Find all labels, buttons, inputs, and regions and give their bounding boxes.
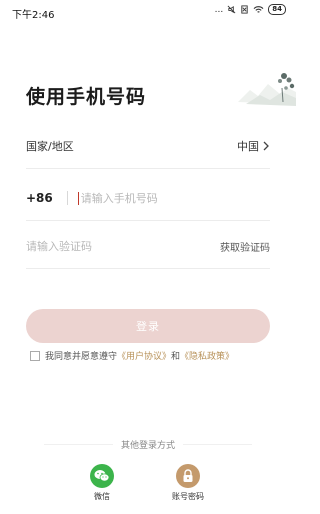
battery-indicator: 84 bbox=[268, 4, 286, 15]
wifi-icon bbox=[253, 6, 264, 13]
account-password-label: 账号密码 bbox=[172, 492, 204, 501]
mute-icon bbox=[227, 5, 236, 14]
other-login-title: 其他登录方式 bbox=[0, 438, 296, 451]
agreement-checkbox[interactable] bbox=[30, 350, 40, 361]
region-value[interactable]: 中国 bbox=[237, 138, 270, 154]
phone-row: +86 bbox=[26, 176, 270, 221]
phone-input[interactable] bbox=[80, 191, 270, 205]
login-button[interactable]: 登录 bbox=[26, 309, 270, 343]
region-selector[interactable]: 国家/地区 中国 bbox=[26, 124, 270, 169]
code-row: 获取验证码 bbox=[26, 224, 270, 269]
status-icons: ... 84 bbox=[215, 4, 286, 15]
wechat-icon[interactable] bbox=[90, 464, 114, 488]
region-value-text: 中国 bbox=[237, 140, 259, 153]
wechat-label: 微信 bbox=[94, 492, 110, 501]
wechat-login-option[interactable]: 微信 bbox=[72, 464, 132, 502]
text-cursor bbox=[77, 191, 79, 205]
country-code[interactable]: +86 bbox=[26, 191, 53, 205]
other-login-title-text: 其他登录方式 bbox=[112, 441, 183, 451]
divider bbox=[66, 191, 68, 205]
status-time: 下午2:46 bbox=[12, 10, 55, 21]
more-dots-icon: ... bbox=[214, 4, 224, 15]
landscape-decoration-icon bbox=[238, 73, 296, 106]
account-password-login-option[interactable]: 账号密码 bbox=[158, 464, 218, 502]
get-code-button[interactable]: 获取验证码 bbox=[220, 239, 270, 254]
no-sim-icon bbox=[241, 5, 248, 14]
agreement-prefix: 我同意并愿意遵守 bbox=[45, 352, 118, 362]
privacy-policy-link[interactable]: 《隐私政策》 bbox=[180, 349, 234, 362]
agreement-row: 我同意并愿意遵守 《用户协议》 和 《隐私政策》 bbox=[30, 349, 234, 362]
region-label: 国家/地区 bbox=[26, 140, 74, 153]
lock-icon[interactable] bbox=[176, 464, 200, 488]
agreement-and: 和 bbox=[171, 352, 181, 362]
page-title: 使用手机号码 bbox=[26, 86, 147, 108]
verification-code-input[interactable] bbox=[26, 239, 220, 253]
user-agreement-link[interactable]: 《用户协议》 bbox=[117, 349, 171, 362]
chevron-right-icon bbox=[263, 141, 269, 151]
